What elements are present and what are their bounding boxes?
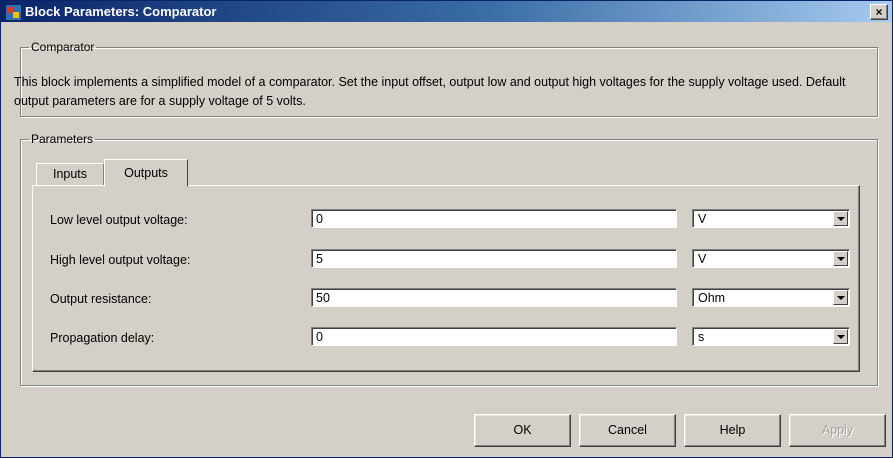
propagation-delay-unit-select[interactable]: s	[692, 327, 850, 346]
low-level-output-voltage-label: Low level output voltage:	[50, 213, 188, 227]
ok-button[interactable]: OK	[474, 414, 571, 447]
comparator-legend: Comparator	[31, 40, 95, 54]
chevron-down-icon[interactable]	[833, 290, 848, 305]
apply-button[interactable]: Apply	[789, 414, 886, 447]
tab-inputs[interactable]: Inputs	[36, 163, 104, 186]
low-level-output-voltage-unit-select[interactable]: V	[692, 209, 850, 228]
high-level-output-voltage-label: High level output voltage:	[50, 253, 191, 267]
unit-value: V	[698, 252, 707, 266]
simulink-block-icon	[5, 4, 22, 21]
low-level-output-voltage-input[interactable]	[311, 209, 677, 228]
chevron-down-icon[interactable]	[833, 251, 848, 266]
title-bar[interactable]: Block Parameters: Comparator ×	[1, 1, 892, 22]
parameters-legend: Parameters	[31, 132, 94, 146]
output-resistance-label: Output resistance:	[50, 292, 152, 306]
output-resistance-input[interactable]	[311, 288, 677, 307]
output-resistance-unit-select[interactable]: Ohm	[692, 288, 850, 307]
unit-value: s	[698, 330, 705, 344]
chevron-down-icon[interactable]	[833, 211, 848, 226]
close-button[interactable]: ×	[870, 4, 888, 20]
block-description: This block implements a simplified model…	[14, 75, 846, 108]
high-level-output-voltage-input[interactable]	[311, 249, 677, 268]
tab-outputs[interactable]: Outputs	[104, 159, 188, 187]
chevron-down-icon[interactable]	[833, 329, 848, 344]
help-button[interactable]: Help	[684, 414, 781, 447]
cancel-button[interactable]: Cancel	[579, 414, 676, 447]
unit-value: V	[698, 212, 707, 226]
unit-value: Ohm	[698, 291, 726, 305]
high-level-output-voltage-unit-select[interactable]: V	[692, 249, 850, 268]
window-title: Block Parameters: Comparator	[25, 4, 217, 19]
propagation-delay-label: Propagation delay:	[50, 331, 155, 345]
propagation-delay-input[interactable]	[311, 327, 677, 346]
